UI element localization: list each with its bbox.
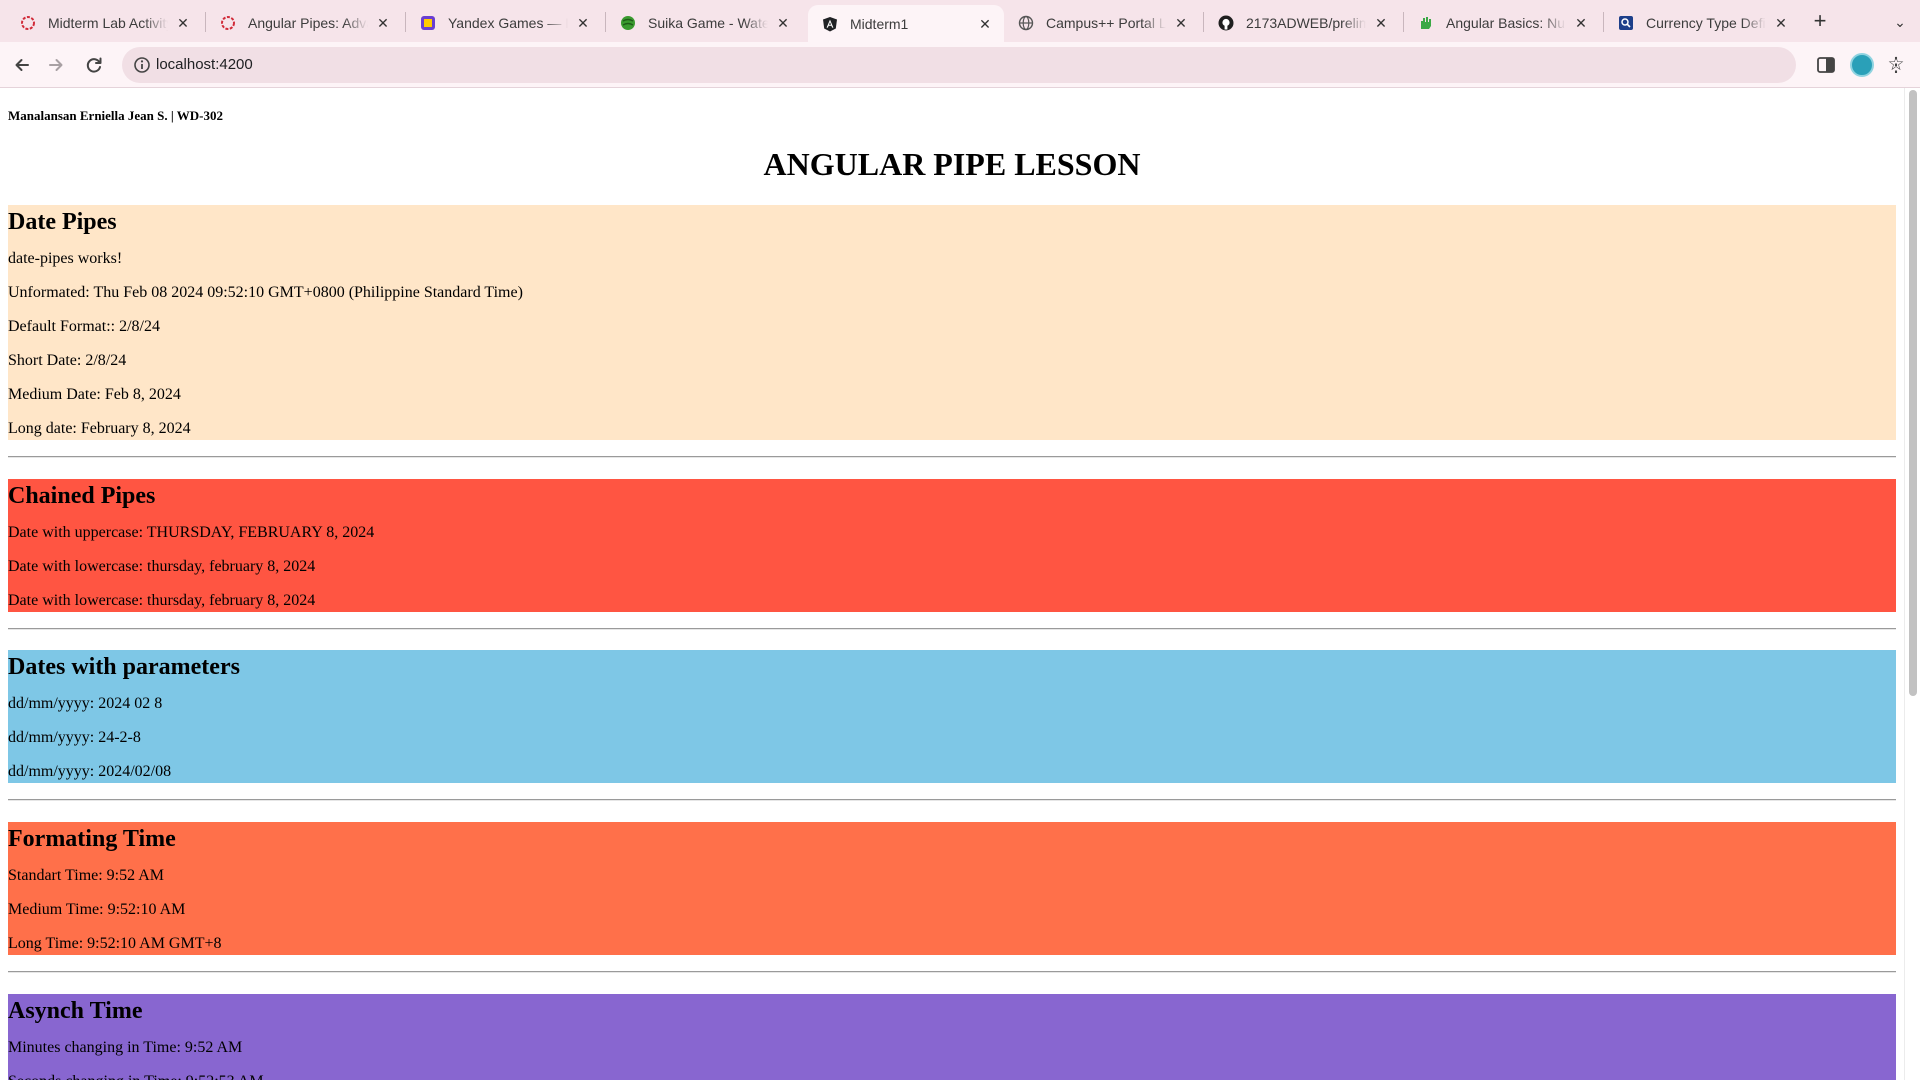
close-icon[interactable]: ✕ (374, 14, 392, 32)
section-heading: Dates with parameters (8, 654, 240, 680)
close-icon[interactable]: ✕ (1572, 14, 1590, 32)
search-doc-icon (1618, 15, 1634, 31)
forward-arrow-icon[interactable] (40, 49, 72, 81)
section-chained-pipes: Chained Pipes Date with uppercase: THURS… (8, 479, 1896, 612)
tab-yandex-games[interactable]: Yandex Games — Free ✕ (406, 6, 602, 40)
section-date-pipes: Date Pipes date-pipes works! Unformated:… (8, 205, 1896, 440)
section-line: Long date: February 8, 2024 (8, 420, 191, 437)
globe-icon (1018, 15, 1034, 31)
tab-campus-portal-login[interactable]: Campus++ Portal Login ✕ (1004, 6, 1200, 40)
close-icon[interactable]: ✕ (1372, 14, 1390, 32)
section-line: Medium Time: 9:52:10 AM (8, 901, 186, 918)
more-vertical-icon[interactable]: ⋮ (1884, 51, 1908, 79)
tab-title: Angular Pipes: Advanced (248, 15, 368, 31)
tab-title: Campus++ Portal Login (1046, 15, 1166, 31)
green-hand-icon (1418, 15, 1434, 31)
section-line: dd/mm/yyyy: 24-2-8 (8, 729, 141, 746)
github-icon (1218, 15, 1234, 31)
vertical-scrollbar[interactable] (1904, 88, 1920, 1080)
section-asynch-time: Asynch Time Minutes changing in Time: 9:… (8, 994, 1896, 1080)
watermelon-icon (620, 15, 636, 31)
horizontal-rule (8, 628, 1896, 630)
section-line: Date with lowercase: thursday, february … (8, 592, 316, 609)
profile-avatar[interactable] (1850, 53, 1874, 77)
tab-angular-basics-number[interactable]: Angular Basics: Number ✕ (1404, 6, 1600, 40)
new-tab-plus-icon[interactable]: + (1806, 8, 1834, 36)
section-formating-time: Formating Time Standart Time: 9:52 AM Me… (8, 822, 1896, 955)
tab-search-chevron-icon[interactable]: ⌄ (1888, 10, 1912, 34)
tab-title: Midterm Lab Activity 1 (48, 15, 168, 31)
yandex-games-icon (420, 15, 436, 31)
section-line: Seconds changing in Time: 9:52:53 AM (8, 1072, 264, 1080)
tab-strip: Midterm Lab Activity 1 ✕ Angular Pipes: … (0, 0, 1920, 42)
browser-toolbar: localhost:4200 ☆ ⋮ (0, 42, 1920, 88)
page-viewport: Manalansan Erniella Jean S. | WD-302 ANG… (0, 88, 1920, 1080)
page-title: ANGULAR PIPE LESSON (763, 146, 1141, 182)
address-bar[interactable]: localhost:4200 ☆ (122, 47, 1905, 83)
section-heading: Chained Pipes (8, 483, 156, 509)
tab-title: 2173ADWEB/prelim_exam (1246, 15, 1366, 31)
section-line: Default Format:: 2/8/24 (8, 318, 160, 335)
section-line: Unformated: Thu Feb 08 2024 09:52:10 GMT… (8, 284, 523, 301)
section-heading: Asynch Time (8, 998, 143, 1024)
section-dates-with-parameters: Dates with parameters dd/mm/yyyy: 2024 0… (8, 650, 1896, 783)
horizontal-rule (8, 799, 1896, 801)
author-label: Manalansan Erniella Jean S. | WD-302 (8, 108, 223, 123)
section-line: Date with lowercase: thursday, february … (8, 558, 316, 575)
section-line: Short Date: 2/8/24 (8, 352, 127, 369)
section-heading: Formating Time (8, 826, 176, 852)
tab-suika-game[interactable]: Suika Game - Watermelon ✕ (606, 6, 802, 40)
tab-midterm-lab-activity[interactable]: Midterm Lab Activity 1 ✕ (6, 6, 202, 40)
angular-red-ring-icon (220, 15, 236, 31)
close-icon[interactable]: ✕ (1172, 14, 1190, 32)
section-line: Long Time: 9:52:10 AM GMT+8 (8, 935, 222, 952)
section-line: dd/mm/yyyy: 2024 02 8 (8, 695, 163, 712)
section-line: Medium Date: Feb 8, 2024 (8, 386, 181, 403)
tab-title: Midterm1 (850, 15, 909, 32)
section-line: dd/mm/yyyy: 2024/02/08 (8, 763, 172, 780)
close-icon[interactable]: ✕ (1772, 14, 1790, 32)
tab-title: Suika Game - Watermelon (648, 15, 768, 31)
angular-logo-icon (822, 16, 838, 32)
section-line: date-pipes works! (8, 250, 123, 267)
close-icon[interactable]: ✕ (174, 14, 192, 32)
tab-title: Currency Type Definition (1646, 15, 1766, 31)
angular-red-ring-icon (20, 15, 36, 31)
back-arrow-icon[interactable] (6, 49, 38, 81)
close-icon[interactable]: ✕ (774, 14, 792, 32)
browser-chrome: Midterm Lab Activity 1 ✕ Angular Pipes: … (0, 0, 1920, 88)
tab-github-prelim-exam[interactable]: 2173ADWEB/prelim_exam ✕ (1204, 6, 1400, 40)
section-line: Minutes changing in Time: 9:52 AM (8, 1039, 243, 1056)
section-heading: Date Pipes (8, 209, 117, 235)
section-line: Date with uppercase: THURSDAY, FEBRUARY … (8, 524, 375, 541)
horizontal-rule (8, 456, 1896, 458)
tab-midterm1[interactable]: Midterm1 ✕ (808, 5, 1004, 42)
url-text[interactable]: localhost:4200 (156, 47, 253, 83)
tab-angular-pipes-advanced[interactable]: Angular Pipes: Advanced ✕ (206, 6, 402, 40)
scrollbar-thumb[interactable] (1909, 90, 1917, 696)
side-panel-icon[interactable] (1814, 53, 1838, 77)
reload-icon[interactable] (78, 49, 110, 81)
tab-currency-type-definition[interactable]: Currency Type Definition ✕ (1604, 6, 1800, 40)
tab-title: Yandex Games — Free (448, 15, 568, 31)
horizontal-rule (8, 971, 1896, 973)
close-icon[interactable]: ✕ (574, 14, 592, 32)
tab-title: Angular Basics: Number (1446, 15, 1566, 31)
section-line: Standart Time: 9:52 AM (8, 867, 165, 884)
info-icon[interactable] (132, 55, 152, 75)
close-icon[interactable]: ✕ (976, 15, 994, 33)
